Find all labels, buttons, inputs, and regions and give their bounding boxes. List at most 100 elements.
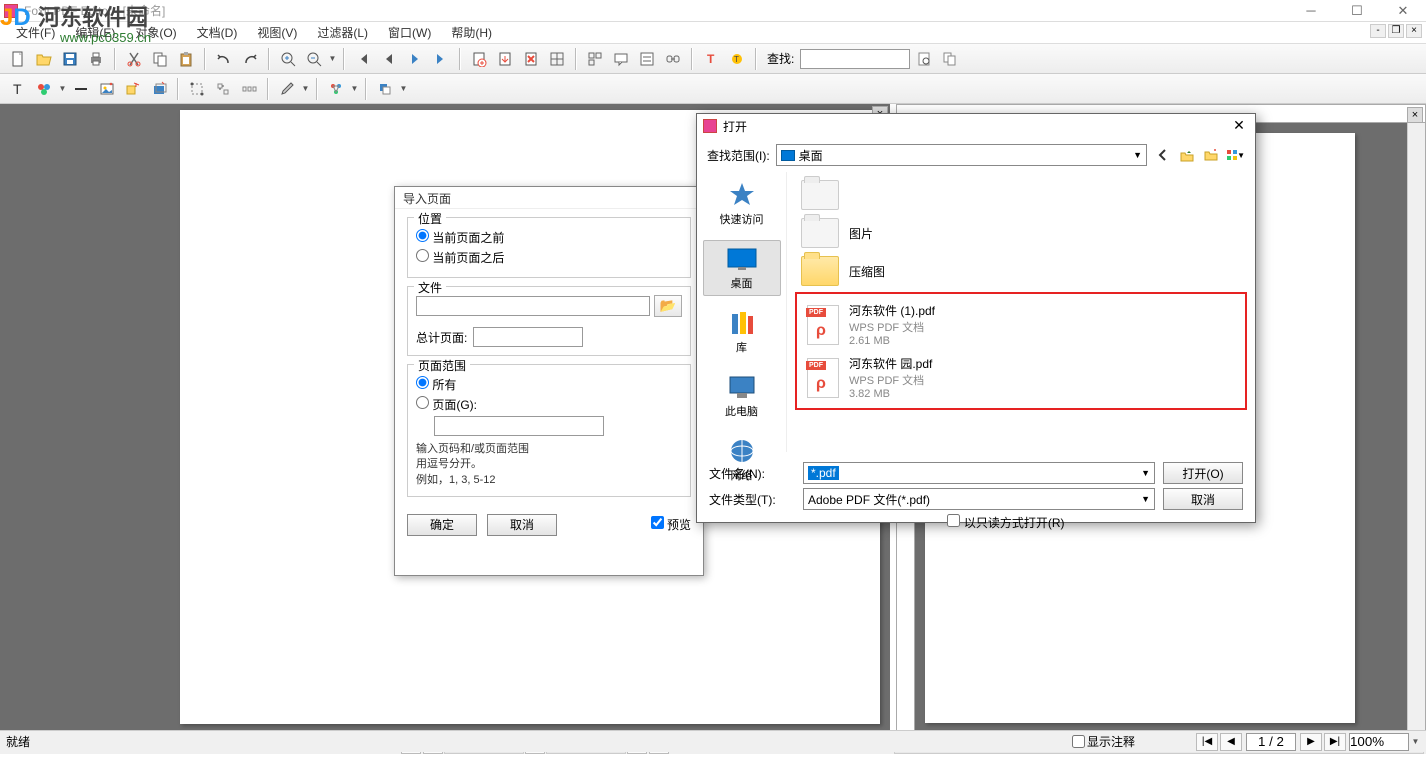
folder-item[interactable]: 压缩图 [795,252,1247,290]
place-thispc[interactable]: 此电脑 [703,368,781,424]
text-tool-button[interactable]: T [699,47,723,71]
mdi-minimize-button[interactable]: - [1370,24,1386,38]
after-radio[interactable] [416,249,429,262]
right-panel-close-button[interactable]: × [1407,107,1423,123]
form-button[interactable] [635,47,659,71]
insert-page-button[interactable] [467,47,491,71]
back-button[interactable] [1153,145,1173,165]
page-layout-button[interactable] [545,47,569,71]
copy-button[interactable] [148,47,172,71]
import-page-button[interactable] [493,47,517,71]
mdi-restore-button[interactable]: ❐ [1388,24,1404,38]
import-cancel-button[interactable]: 取消 [487,514,557,536]
status-first-button[interactable]: |◀ [1196,733,1218,751]
group-button[interactable] [324,77,348,101]
up-button[interactable] [1177,145,1197,165]
file-list[interactable]: 图片 压缩图 河东软件 (1).pdf WPS PDF 文档 2.61 MB [787,172,1255,452]
add-text-button[interactable]: T [6,77,30,101]
menu-object[interactable]: 对象(O) [125,22,186,43]
status-last-button[interactable]: ▶| [1324,733,1346,751]
import-ok-button[interactable]: 确定 [407,514,477,536]
prev-page-button[interactable] [377,47,401,71]
new-button[interactable] [6,47,30,71]
zoom-in-button[interactable] [276,47,300,71]
page-input[interactable] [1246,733,1296,751]
page-range-input[interactable] [434,416,604,436]
print-button[interactable] [84,47,108,71]
filetype-combobox[interactable]: Adobe PDF 文件(*.pdf) ▼ [803,488,1155,510]
zoom-dropdown-icon[interactable]: ▼ [328,47,337,71]
pdf-file-item[interactable]: 河东软件 (1).pdf WPS PDF 文档 2.61 MB [801,298,1241,351]
place-desktop[interactable]: 桌面 [703,240,781,296]
status-prev-button[interactable]: ◀ [1220,733,1242,751]
menu-window[interactable]: 窗口(W) [378,22,441,43]
align-button[interactable] [211,77,235,101]
total-pages-input[interactable] [473,327,583,347]
pages-radio[interactable] [416,396,429,409]
menu-edit[interactable]: 编辑(E) [65,22,125,43]
line-button[interactable] [69,77,93,101]
eyedropper-dropdown-icon[interactable]: ▼ [301,77,310,101]
link-button[interactable] [661,47,685,71]
find-input[interactable] [800,49,910,69]
zoom-out-button[interactable] [302,47,326,71]
redo-button[interactable] [238,47,262,71]
last-page-button[interactable] [429,47,453,71]
color-picker-button[interactable] [32,77,56,101]
arrange-dropdown-icon[interactable]: ▼ [399,77,408,101]
right-scroll-v[interactable] [1407,123,1425,735]
first-page-button[interactable] [351,47,375,71]
menu-view[interactable]: 视图(V) [247,22,307,43]
place-libraries[interactable]: 库 [703,304,781,360]
annotation-button[interactable] [609,47,633,71]
paste-button[interactable] [174,47,198,71]
eyedropper-button[interactable] [275,77,299,101]
next-page-button[interactable] [403,47,427,71]
find-next-button[interactable] [912,47,936,71]
snap-grid-button[interactable] [185,77,209,101]
menu-document[interactable]: 文档(D) [187,22,248,43]
file-path-input[interactable] [416,296,650,316]
find-all-button[interactable] [938,47,962,71]
readonly-checkbox[interactable] [947,514,960,527]
show-annotation-checkbox[interactable] [1072,735,1085,748]
insert-shape-button[interactable] [121,77,145,101]
menu-help[interactable]: 帮助(H) [441,22,502,43]
folder-item[interactable]: 图片 [795,214,1247,252]
mdi-close-button[interactable]: × [1406,24,1422,38]
maximize-button[interactable]: ☐ [1334,0,1380,22]
all-radio[interactable] [416,376,429,389]
place-quickaccess[interactable]: 快速访问 [703,176,781,232]
cut-button[interactable] [122,47,146,71]
zoom-dd-icon[interactable]: ▼ [1411,730,1420,754]
new-folder-button[interactable] [1201,145,1221,165]
select-tool-button[interactable] [583,47,607,71]
preview-checkbox[interactable] [651,516,664,529]
open-file-button[interactable]: 打开(O) [1163,462,1243,484]
arrange-button[interactable] [373,77,397,101]
highlight-button[interactable]: T [725,47,749,71]
location-combobox[interactable]: 桌面 ▼ [776,144,1147,166]
close-button[interactable]: ✕ [1380,0,1426,22]
folder-item[interactable] [795,176,1247,214]
zoom-input[interactable] [1349,733,1409,751]
group-dropdown-icon[interactable]: ▼ [350,77,359,101]
distribute-button[interactable] [237,77,261,101]
open-cancel-button[interactable]: 取消 [1163,488,1243,510]
delete-page-button[interactable] [519,47,543,71]
browse-file-button[interactable]: 📂 [654,295,682,317]
menu-filter[interactable]: 过滤器(L) [307,22,378,43]
view-menu-button[interactable]: ▼ [1225,145,1245,165]
filename-combobox[interactable]: *.pdf ▼ [803,462,1155,484]
open-dialog-close-button[interactable]: ✕ [1229,117,1249,135]
save-button[interactable] [58,47,82,71]
insert-image-button[interactable] [95,77,119,101]
before-radio[interactable] [416,229,429,242]
undo-button[interactable] [212,47,236,71]
minimize-button[interactable]: ─ [1288,0,1334,22]
pdf-file-item[interactable]: 河东软件 园.pdf WPS PDF 文档 3.82 MB [801,351,1241,404]
status-next-button[interactable]: ▶ [1300,733,1322,751]
menu-file[interactable]: 文件(F) [6,22,65,43]
color-dropdown-icon[interactable]: ▼ [58,77,67,101]
open-button[interactable] [32,47,56,71]
